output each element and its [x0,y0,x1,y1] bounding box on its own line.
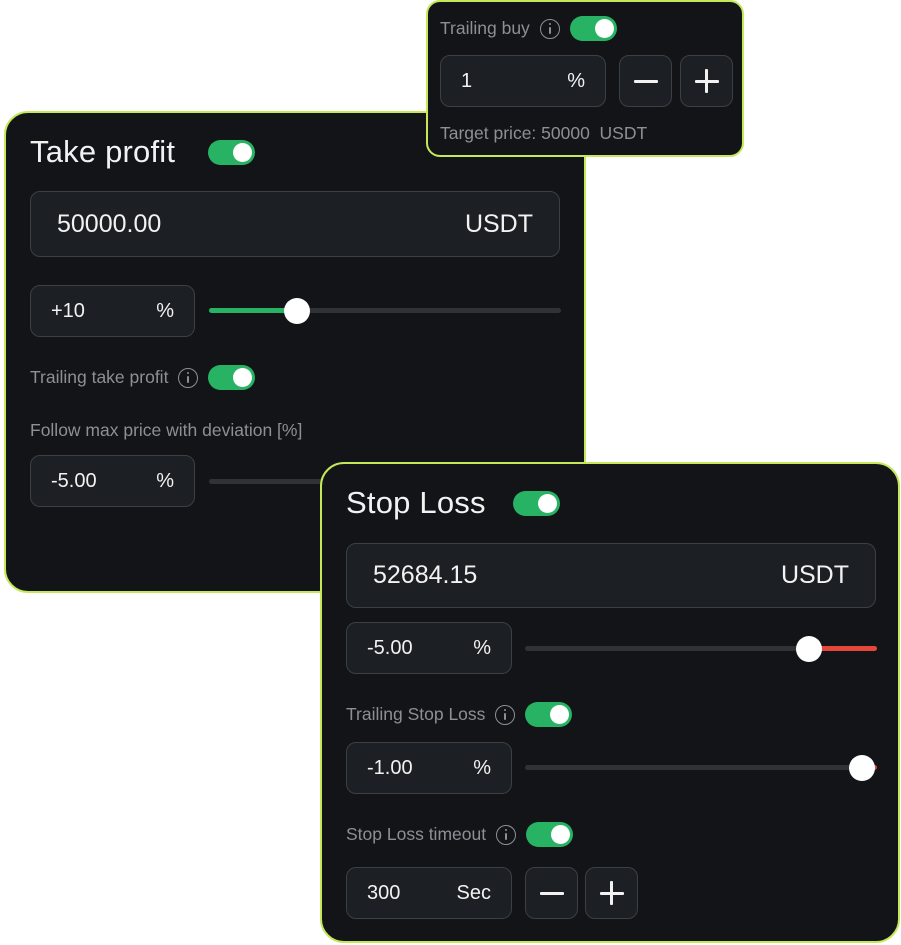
take-profit-title: Take profit [30,134,176,169]
take-profit-price-field[interactable]: 50000.00 USDT [30,191,560,257]
take-profit-slider-thumb[interactable] [284,297,310,324]
plus-icon [694,69,719,93]
trailing-buy-plus-button[interactable] [680,55,733,107]
deviation-value: -5.00 [51,469,97,492]
stop-loss-card: Stop Loss 52684.15 USDT -5.00 % Trailing… [320,462,900,943]
trailing-stop-loss-slider-thumb[interactable] [849,754,875,781]
stop-loss-timeout-toggle[interactable] [526,822,574,847]
deviation-field[interactable]: -5.00 % [30,455,195,507]
info-icon[interactable] [539,18,560,39]
stop-loss-slider[interactable] [525,635,877,662]
stop-loss-percent-field[interactable]: -5.00 % [346,622,512,674]
trailing-stop-loss-toggle[interactable] [525,702,573,727]
info-icon[interactable] [178,367,199,388]
trailing-buy-label: Trailing buy [440,18,530,38]
stop-loss-price-field[interactable]: 52684.15 USDT [346,543,876,608]
trailing-buy-value: 1 [461,69,473,92]
trailing-stop-loss-row: Trailing Stop Loss [346,702,573,727]
minus-icon [633,79,658,83]
stop-loss-slider-thumb[interactable] [796,635,822,662]
stop-loss-timeout-unit: Sec [456,881,491,904]
stop-loss-timeout-value: 300 [367,881,401,904]
stop-loss-timeout-plus-button[interactable] [585,867,638,919]
trailing-buy-toggle[interactable] [569,16,617,41]
info-icon[interactable] [496,824,517,845]
trailing-buy-minus-button[interactable] [619,55,672,107]
take-profit-slider[interactable] [209,297,561,324]
take-profit-percent-value: +10 [51,299,85,322]
deviation-unit: % [156,469,174,492]
stop-loss-price-unit: USDT [780,561,849,589]
stop-loss-price-value: 52684.15 [373,561,478,589]
trailing-buy-row: Trailing buy [440,16,617,41]
trailing-take-profit-row: Trailing take profit [30,365,256,390]
plus-icon [599,881,624,905]
trailing-buy-field[interactable]: 1 % [440,55,606,107]
take-profit-percent-field[interactable]: +10 % [30,285,195,337]
stop-loss-percent-unit: % [473,636,491,659]
deviation-label: Follow max price with deviation [%] [30,420,303,440]
trailing-stop-loss-value: -1.00 [367,756,413,779]
stop-loss-percent-value: -5.00 [367,636,413,659]
take-profit-toggle[interactable] [208,140,255,165]
trailing-buy-unit: % [567,69,585,92]
stop-loss-timeout-minus-button[interactable] [525,867,578,919]
trailing-take-profit-label: Trailing take profit [30,367,169,387]
minus-icon [539,891,564,895]
take-profit-percent-unit: % [156,299,174,322]
trailing-stop-loss-slider[interactable] [525,754,877,781]
info-icon[interactable] [495,704,516,725]
target-price-text: Target price: 50000 USDT [440,123,648,143]
trailing-stop-loss-label: Trailing Stop Loss [346,704,486,724]
take-profit-price-unit: USDT [464,209,533,238]
trailing-buy-card: Trailing buy 1 % Target price: 50000 USD… [426,0,744,157]
stop-loss-title: Stop Loss [346,485,486,520]
take-profit-price-value: 50000.00 [57,209,162,238]
trailing-take-profit-toggle[interactable] [208,365,256,390]
stop-loss-timeout-label: Stop Loss timeout [346,824,487,844]
stop-loss-timeout-row: Stop Loss timeout [346,822,574,847]
stop-loss-toggle[interactable] [513,491,560,516]
stop-loss-timeout-field[interactable]: 300 Sec [346,867,512,919]
trailing-stop-loss-field[interactable]: -1.00 % [346,742,512,794]
trailing-stop-loss-unit: % [473,756,491,779]
